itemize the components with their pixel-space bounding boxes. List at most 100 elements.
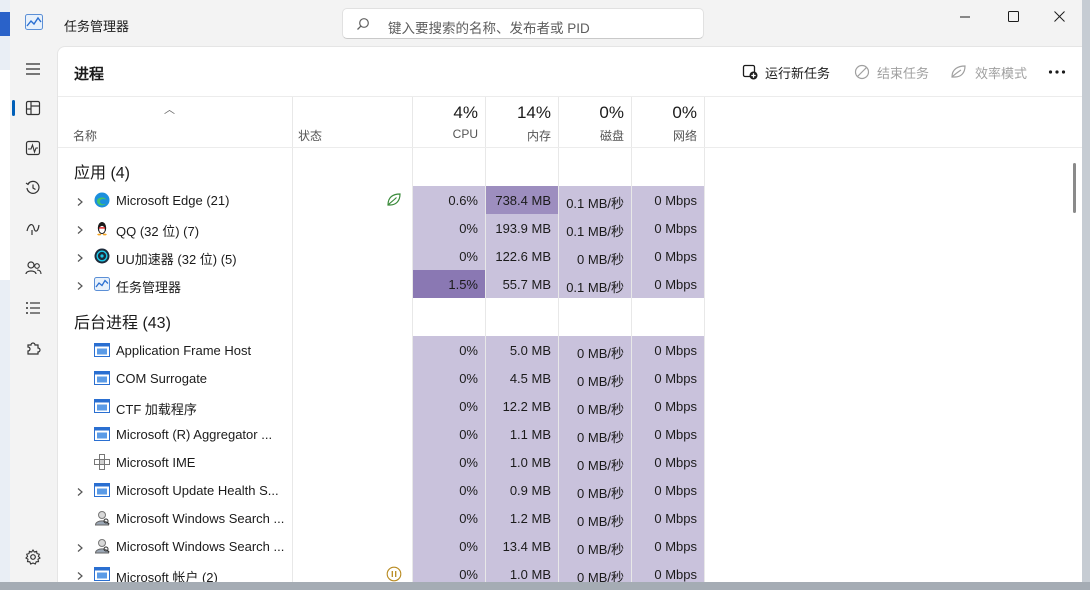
process-row[interactable]: QQ (32 位) (7) 0% 193.9 MB 0.1 MB/秒 0 Mbps	[58, 214, 1082, 242]
cpu-cell: 0%	[413, 420, 485, 448]
cpu-cell: 0%	[413, 392, 485, 420]
search-box[interactable]: 键入要搜索的名称、发布者或 PID	[342, 8, 704, 39]
network-cell: 0 Mbps	[632, 364, 704, 392]
process-row[interactable]: Microsoft IME 0% 1.0 MB 0 MB/秒 0 Mbps	[58, 448, 1082, 476]
sort-ascending-icon[interactable]: ︿	[164, 101, 175, 117]
window-app-icon	[94, 398, 110, 414]
nav-app-history[interactable]	[13, 171, 53, 205]
efficiency-mode-button[interactable]: 效率模式	[950, 61, 1027, 83]
nav-details[interactable]	[13, 291, 53, 325]
disk-cell: 0 MB/秒	[559, 560, 631, 582]
expand-chevron-icon[interactable]	[75, 485, 85, 496]
window-app-icon	[94, 342, 110, 358]
status-column-header[interactable]: 状态	[298, 127, 322, 144]
memory-column-header[interactable]: 14% 内存	[486, 97, 558, 149]
process-name: Microsoft IME	[116, 455, 196, 470]
minimize-button[interactable]	[942, 0, 988, 32]
run-new-task-label: 运行新任务	[765, 65, 831, 81]
services-puzzle-icon	[27, 342, 41, 355]
nav-processes[interactable]	[13, 91, 53, 125]
cpu-column-label: CPU	[452, 127, 478, 141]
details-list-icon	[26, 302, 40, 314]
process-name: Microsoft 帐户 (2)	[116, 570, 218, 582]
users-icon	[24, 261, 42, 275]
efficiency-leaf-icon	[386, 192, 402, 208]
process-row[interactable]: Microsoft Windows Search ... 0% 1.2 MB 0 MB…	[58, 504, 1082, 532]
title-bar[interactable]: 任务管理器 键入要搜索的名称、发布者或 PID	[10, 0, 1082, 46]
network-total-percent: 0%	[672, 103, 697, 122]
nav-settings[interactable]	[13, 540, 53, 574]
processes-panel: 进程 运行新任务 结束任务 效率模式 ︿ 名称 状态 4% CPU 14% 内存…	[57, 46, 1082, 582]
end-task-button[interactable]: 结束任务	[854, 61, 929, 83]
minimize-icon	[959, 16, 970, 17]
process-row[interactable]: UU加速器 (32 位) (5) 0% 122.6 MB 0 MB/秒 0 Mbps	[58, 242, 1082, 270]
expand-chevron-icon[interactable]	[75, 223, 85, 234]
cpu-cell: 0%	[413, 242, 485, 270]
maximize-button[interactable]	[990, 0, 1036, 32]
performance-icon	[25, 140, 41, 156]
more-options-button[interactable]	[1048, 61, 1073, 83]
window-app-icon	[94, 370, 110, 386]
expand-chevron-icon[interactable]	[75, 279, 85, 290]
process-row[interactable]: COM Surrogate 0% 4.5 MB 0 MB/秒 0 Mbps	[58, 364, 1082, 392]
process-row[interactable]: CTF 加载程序 0% 12.2 MB 0 MB/秒 0 Mbps	[58, 392, 1082, 420]
expand-chevron-icon[interactable]	[75, 569, 85, 580]
disk-column-header[interactable]: 0% 磁盘	[559, 97, 631, 149]
leaf-icon	[951, 65, 966, 78]
disk-cell: 0.1 MB/秒	[559, 186, 631, 214]
cpu-cell: 0%	[413, 532, 485, 560]
cpu-cell: 1.5%	[413, 270, 485, 298]
more-dots-icon	[1048, 70, 1066, 74]
cpu-column-header[interactable]: 4% CPU	[413, 97, 485, 149]
search-user-icon	[94, 510, 110, 526]
cpu-cell: 0%	[413, 504, 485, 532]
window-app-icon	[94, 566, 110, 582]
cpu-cell: 0%	[413, 336, 485, 364]
process-row[interactable]: Microsoft Update Health S... 0% 0.9 MB 0 MB…	[58, 476, 1082, 504]
expand-chevron-icon[interactable]	[75, 251, 85, 262]
name-column-header[interactable]: 名称	[73, 127, 97, 144]
memory-cell: 12.2 MB	[486, 392, 558, 420]
history-icon	[25, 180, 40, 194]
network-cell: 0 Mbps	[632, 392, 704, 420]
window-app-icon	[94, 482, 110, 498]
process-row[interactable]: Microsoft Windows Search ... 0% 13.4 MB 0 M…	[58, 532, 1082, 560]
table-header: ︿ 名称 状态 4% CPU 14% 内存 0% 磁盘 0% 网络	[58, 96, 1082, 148]
new-task-icon	[742, 64, 758, 80]
close-icon	[1053, 10, 1065, 22]
memory-cell: 1.1 MB	[486, 420, 558, 448]
network-cell: 0 Mbps	[632, 186, 704, 214]
run-new-task-button[interactable]: 运行新任务	[742, 61, 830, 83]
nav-performance[interactable]	[13, 131, 53, 165]
nav-menu-button[interactable]	[13, 52, 53, 86]
process-row[interactable]: Microsoft (R) Aggregator ... 0% 1.1 MB 0 MB…	[58, 420, 1082, 448]
process-row[interactable]: Application Frame Host 0% 5.0 MB 0 MB/秒 0 Mb…	[58, 336, 1082, 364]
memory-cell: 1.2 MB	[486, 504, 558, 532]
search-input[interactable]: 键入要搜索的名称、发布者或 PID	[388, 17, 590, 37]
edge-icon	[94, 192, 110, 208]
memory-cell: 55.7 MB	[486, 270, 558, 298]
cpu-cell: 0%	[413, 214, 485, 242]
nav-services[interactable]	[13, 331, 53, 365]
network-cell: 0 Mbps	[632, 560, 704, 582]
network-cell: 0 Mbps	[632, 214, 704, 242]
process-row[interactable]: 任务管理器 1.5% 55.7 MB 0.1 MB/秒 0 Mbps	[58, 270, 1082, 298]
nav-startup-apps[interactable]	[13, 211, 53, 245]
disk-cell: 0 MB/秒	[559, 504, 631, 532]
vertical-scrollbar[interactable]	[1073, 163, 1076, 213]
expand-chevron-icon[interactable]	[75, 195, 85, 206]
process-row[interactable]: Microsoft Edge (21) 0.6% 738.4 MB 0.1 MB/秒 0…	[58, 186, 1082, 214]
task-manager-icon	[25, 14, 43, 30]
ime-icon	[94, 454, 110, 470]
close-button[interactable]	[1036, 0, 1082, 32]
group-header-apps: 应用 (4)	[58, 148, 1082, 182]
memory-cell: 4.5 MB	[486, 364, 558, 392]
nav-users[interactable]	[13, 251, 53, 285]
expand-chevron-icon[interactable]	[75, 541, 85, 552]
process-row[interactable]: Microsoft 帐户 (2) 0% 1.0 MB 0 MB/秒 0 Mbps	[58, 560, 1082, 582]
process-name: UU加速器 (32 位) (5)	[116, 252, 237, 267]
processes-icon	[25, 100, 41, 116]
network-column-header[interactable]: 0% 网络	[632, 97, 704, 149]
process-name: Microsoft Edge (21)	[116, 193, 230, 208]
efficiency-mode-label: 效率模式	[975, 65, 1028, 81]
